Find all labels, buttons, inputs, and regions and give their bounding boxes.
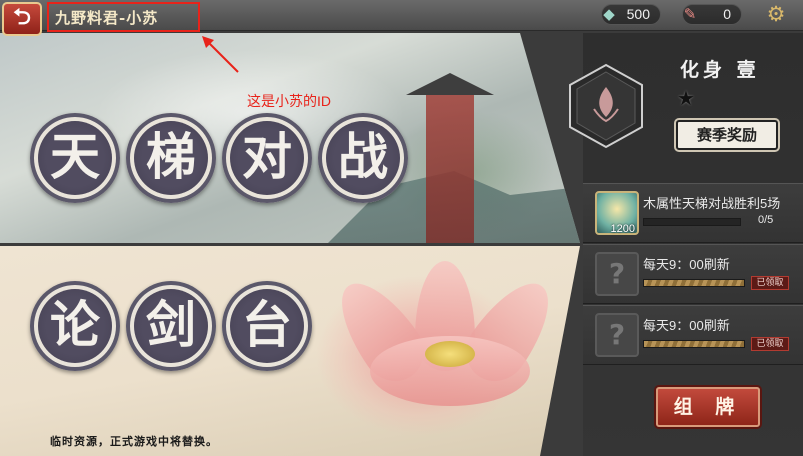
jade-count: 500 — [626, 6, 650, 22]
annotation-text: 这是小苏的ID — [247, 93, 331, 109]
gear-icon: ⚙ — [766, 2, 786, 26]
jade-icon: ◆ — [603, 5, 615, 23]
title-char-badge: 战 — [318, 113, 408, 203]
task-progress-bar — [643, 218, 741, 226]
feather-count: 0 — [723, 6, 731, 22]
avatar-name: 化身 壹 — [680, 59, 760, 81]
title-char-badge: 对 — [222, 113, 312, 203]
feather-icon: ✎ — [683, 5, 697, 23]
back-button[interactable]: ⮌ — [2, 2, 42, 36]
task-label: 每天9：00刷新 — [643, 257, 730, 272]
player-id-highlight-box: 九野料君-小苏 — [47, 2, 200, 32]
unknown-item-icon: ? — [595, 313, 639, 357]
sword-arena-banner[interactable]: 论 剑 台 — [0, 246, 580, 456]
lotus-center — [425, 341, 475, 367]
title-char-badge: 剑 — [126, 281, 216, 371]
task-row[interactable]: ? 每天9：00刷新 已领取 — [583, 305, 803, 365]
deck-build-button[interactable]: 组 牌 — [656, 387, 760, 427]
title-char-badge: 梯 — [126, 113, 216, 203]
sword-arena-title: 论 剑 台 — [30, 281, 312, 371]
task-row[interactable]: 1200 木属性天梯对战胜利5场 0/5 — [583, 183, 803, 243]
back-arrow-icon: ⮌ — [13, 5, 31, 30]
task-row[interactable]: ? 每天9：00刷新 已领取 — [583, 244, 803, 304]
ladder-battle-title: 天 梯 对 战 — [30, 113, 408, 203]
task-progress-bar — [643, 279, 745, 287]
claimed-badge: 已领取 — [751, 276, 789, 290]
task-label: 每天9：00刷新 — [643, 318, 730, 333]
season-reward-button[interactable]: 赛季奖励 — [676, 120, 778, 150]
title-char-badge: 天 — [30, 113, 120, 203]
task-progress-bar — [643, 340, 745, 348]
task-progress-text: 0/5 — [758, 214, 774, 226]
annotation-arrow — [202, 36, 239, 73]
jade-currency[interactable]: ◆ 500 — [601, 4, 661, 25]
claimed-badge: 已领取 — [751, 337, 789, 351]
star-icon: ★ — [677, 86, 695, 110]
placeholder-notice: 临时资源，正式游戏中将替换。 — [50, 435, 218, 448]
feather-currency[interactable]: ✎ 0 — [682, 4, 742, 25]
title-char-badge: 论 — [30, 281, 120, 371]
title-char-badge: 台 — [222, 281, 312, 371]
player-name: 九野料君-小苏 — [55, 9, 159, 27]
avatar-emblem[interactable] — [568, 63, 644, 149]
settings-button[interactable]: ⚙ — [764, 2, 788, 26]
pagoda-illustration — [406, 63, 494, 243]
task-label: 木属性天梯对战胜利5场 — [643, 196, 781, 211]
reward-qty: 1200 — [610, 223, 635, 235]
unknown-item-icon: ? — [595, 252, 639, 296]
ladder-battle-banner[interactable]: 天 梯 对 战 — [0, 33, 580, 243]
reward-item-icon: 1200 — [595, 191, 639, 235]
